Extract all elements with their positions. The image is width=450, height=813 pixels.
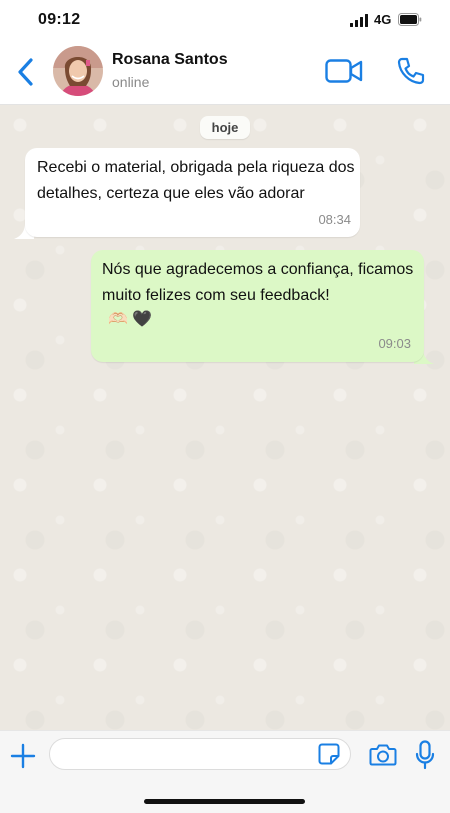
chat-header: Rosana Santos online [0, 42, 450, 105]
date-separator: hoje [200, 116, 250, 139]
status-bar: 09:12 4G [0, 0, 450, 42]
contact-status: online [112, 74, 150, 90]
avatar[interactable] [53, 46, 103, 96]
back-button[interactable] [14, 56, 38, 88]
message-time: 08:34 [318, 212, 351, 227]
message-text: Recebi o material, obrigada pela riqueza… [37, 159, 355, 202]
input-bar [0, 730, 450, 813]
network-type: 4G [374, 12, 392, 27]
plus-icon [10, 743, 36, 769]
contact-name[interactable]: Rosana Santos [112, 51, 228, 69]
phone-icon [397, 57, 425, 85]
video-call-button[interactable] [325, 58, 363, 84]
chevron-left-icon [18, 58, 33, 86]
avatar-photo-icon [53, 46, 103, 96]
voice-call-button[interactable] [396, 56, 426, 86]
camera-icon [369, 744, 397, 766]
home-indicator [144, 799, 305, 804]
attach-button[interactable] [10, 743, 36, 769]
message-text: Nós que agradecemos a confiança, ficamos… [102, 261, 414, 304]
video-camera-icon [325, 59, 363, 83]
camera-button[interactable] [369, 743, 397, 767]
message-emojis: 🫶🏻 🖤 [108, 311, 153, 328]
sticker-button[interactable] [318, 743, 340, 765]
microphone-icon [415, 740, 435, 770]
battery-icon [398, 13, 422, 26]
incoming-message[interactable]: Recebi o material, obrigada pela riqueza… [25, 148, 360, 237]
sticker-icon [318, 743, 340, 765]
message-input[interactable] [49, 738, 351, 770]
status-time: 09:12 [38, 11, 81, 28]
chat-area[interactable]: hoje Recebi o material, obrigada pela ri… [0, 105, 450, 730]
message-time: 09:03 [378, 336, 411, 351]
microphone-button[interactable] [415, 740, 435, 770]
signal-strength-icon [350, 14, 368, 27]
outgoing-message[interactable]: Nós que agradecemos a confiança, ficamos… [91, 250, 424, 362]
